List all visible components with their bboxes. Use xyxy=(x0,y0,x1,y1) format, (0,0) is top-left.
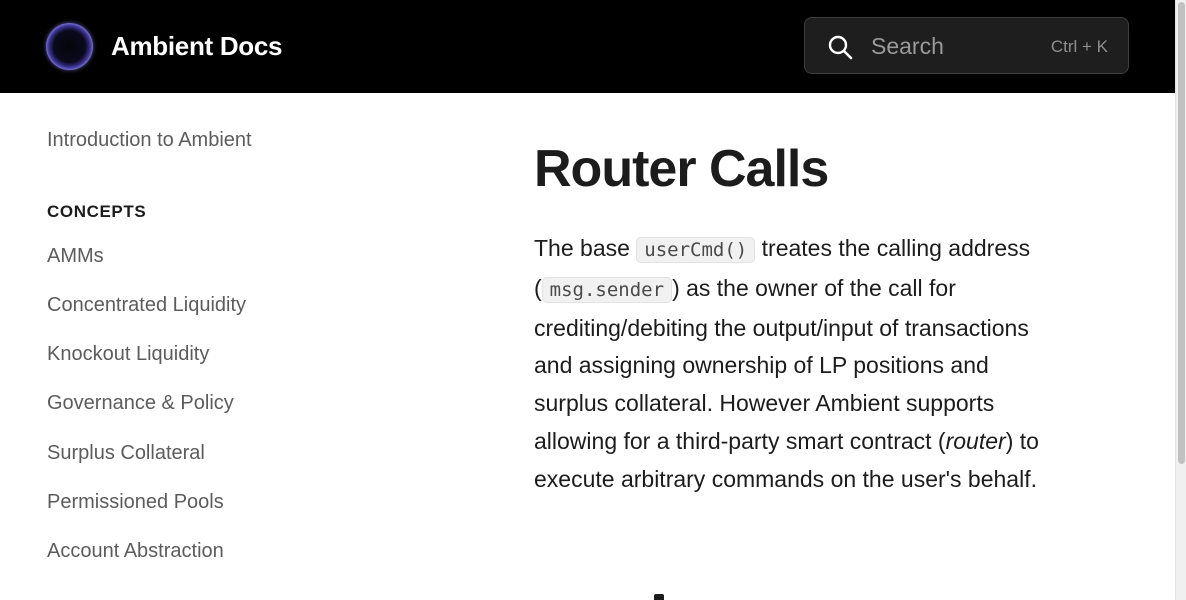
inline-code-msg-sender: msg.sender xyxy=(541,276,673,303)
sidebar-item-account-abstraction[interactable]: Account Abstraction xyxy=(47,538,224,564)
sidebar-item-amms[interactable]: AMMs xyxy=(47,243,104,269)
scrollbar-thumb[interactable] xyxy=(1178,2,1185,464)
site-title[interactable]: Ambient Docs xyxy=(111,27,283,65)
search-bar[interactable]: Search Ctrl + K xyxy=(804,17,1129,74)
page-title: Router Calls xyxy=(534,140,829,198)
next-heading-fragment xyxy=(654,594,664,600)
sidebar-item-surplus-collateral[interactable]: Surplus Collateral xyxy=(47,440,205,466)
ambient-logo-icon[interactable] xyxy=(46,23,93,70)
sidebar-item-governance-policy[interactable]: Governance & Policy xyxy=(47,390,234,416)
paragraph-text: The base xyxy=(534,235,637,261)
emphasis-router: router xyxy=(945,427,1006,454)
sidebar-item-knockout-liquidity[interactable]: Knockout Liquidity xyxy=(47,341,209,367)
intro-paragraph: The base userCmd() treates the calling a… xyxy=(534,230,1064,499)
top-navigation-bar: Ambient Docs Search Ctrl + K xyxy=(0,0,1175,93)
inline-code-usercmd: userCmd() xyxy=(636,237,756,263)
sidebar-section-concepts: CONCEPTS xyxy=(47,202,147,221)
search-shortcut-hint: Ctrl + K xyxy=(1050,37,1108,56)
search-icon xyxy=(828,35,853,60)
search-input-placeholder[interactable]: Search xyxy=(871,32,944,60)
sidebar-item-introduction[interactable]: Introduction to Ambient xyxy=(47,127,252,153)
sidebar-navigation: Introduction to Ambient CONCEPTS AMMs Co… xyxy=(0,93,480,600)
page-scrollbar[interactable] xyxy=(1175,0,1186,600)
sidebar-item-permissioned-pools[interactable]: Permissioned Pools xyxy=(47,489,224,515)
sidebar-item-concentrated-liquidity[interactable]: Concentrated Liquidity xyxy=(47,292,246,318)
